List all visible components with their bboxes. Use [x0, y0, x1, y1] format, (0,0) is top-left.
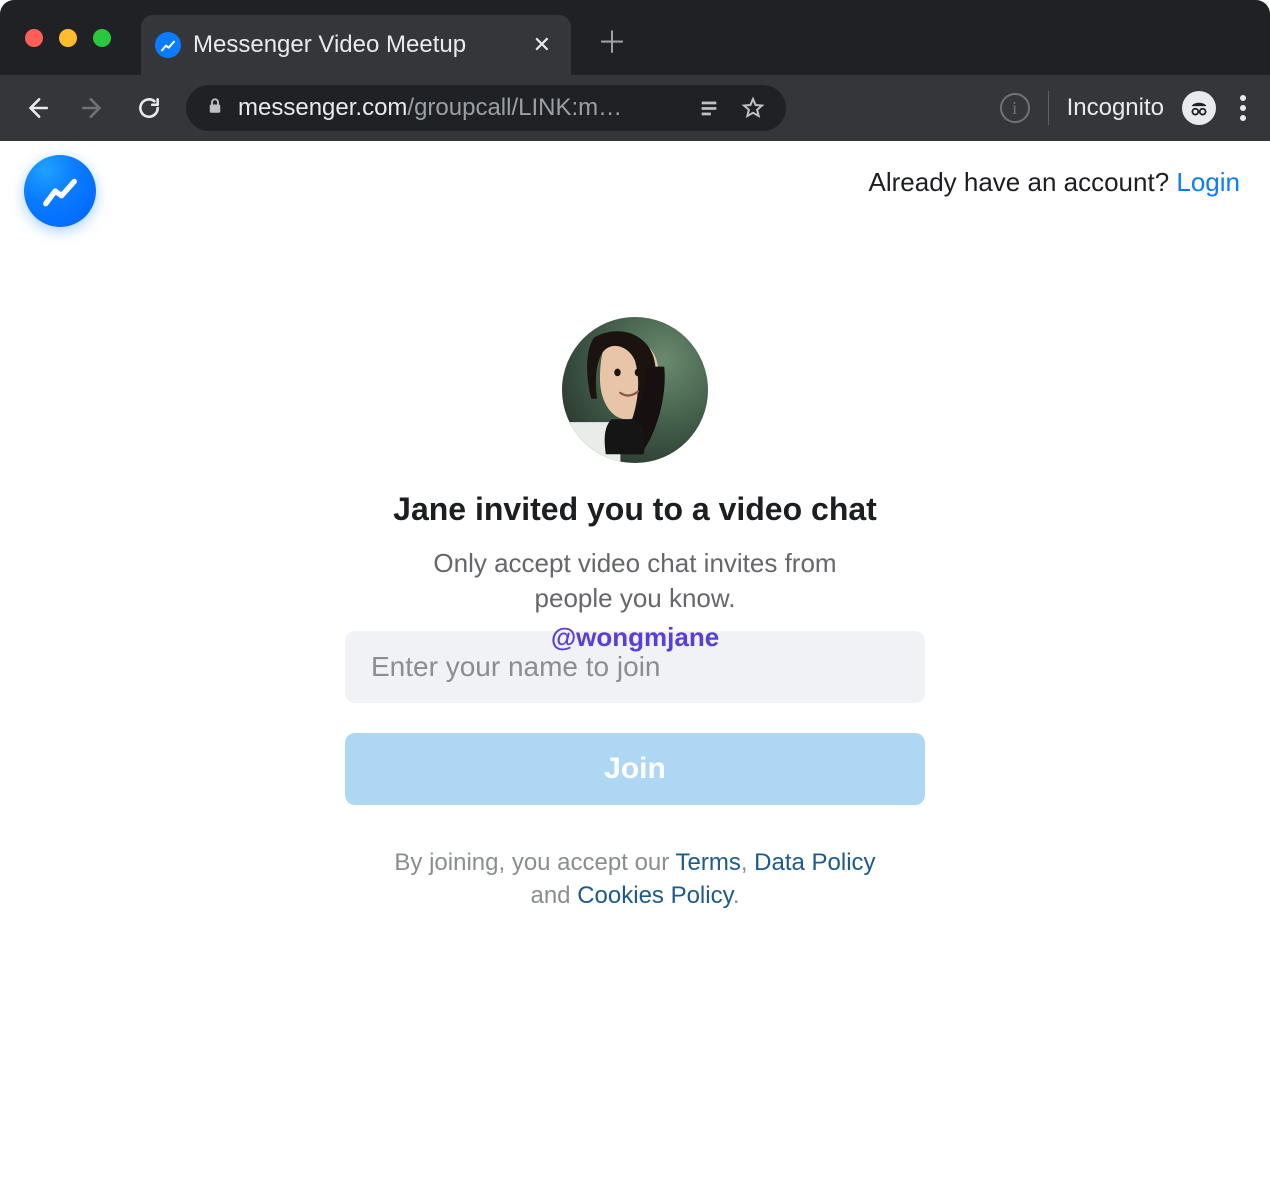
incognito-icon [1182, 91, 1216, 125]
cookies-policy-link[interactable]: Cookies Policy [577, 882, 733, 909]
page-content: Already have an account? Login [0, 141, 1270, 1192]
legal-suffix: . [733, 882, 740, 909]
window-zoom-button[interactable] [93, 29, 111, 47]
address-bar[interactable]: messenger.com/groupcall/LINK:m… [186, 85, 786, 131]
window-controls [25, 29, 111, 47]
invite-subtext: Only accept video chat invites from peop… [405, 546, 865, 616]
inviter-avatar [562, 317, 708, 463]
new-tab-button[interactable]: ＋ [597, 29, 627, 59]
login-prompt: Already have an account? Login [869, 155, 1241, 198]
lock-icon [206, 94, 224, 122]
nav-forward-button[interactable] [74, 89, 112, 127]
url-text: messenger.com/groupcall/LINK:m… [238, 94, 622, 122]
tab-strip: Messenger Video Meetup ✕ ＋ [0, 0, 1270, 75]
browser-menu-button[interactable] [1234, 89, 1252, 127]
messenger-logo-icon[interactable] [24, 155, 96, 227]
legal-sep1: , [741, 849, 754, 876]
nav-back-button[interactable] [18, 89, 56, 127]
legal-prefix: By joining, you accept our [394, 849, 675, 876]
browser-chrome: Messenger Video Meetup ✕ ＋ messenger.com… [0, 0, 1270, 141]
invite-heading: Jane invited you to a video chat [345, 491, 925, 528]
window-minimize-button[interactable] [59, 29, 77, 47]
invite-card: Jane invited you to a video chat Only ac… [345, 317, 925, 912]
legal-text: By joining, you accept our Terms, Data P… [345, 847, 925, 912]
nav-reload-button[interactable] [130, 89, 168, 127]
reader-mode-icon[interactable] [696, 95, 722, 121]
messenger-favicon-icon [155, 32, 181, 58]
terms-link[interactable]: Terms [675, 849, 740, 876]
browser-toolbar: messenger.com/groupcall/LINK:m… i Incogn… [0, 75, 1270, 141]
tab-close-button[interactable]: ✕ [533, 34, 551, 56]
bookmark-star-icon[interactable] [740, 95, 766, 121]
page-header: Already have an account? Login [0, 141, 1270, 227]
toolbar-right: i Incognito [1000, 89, 1252, 127]
omnibox-actions [696, 95, 766, 121]
login-link[interactable]: Login [1176, 167, 1240, 197]
url-path: /groupcall/LINK:m… [407, 94, 622, 121]
window-close-button[interactable] [25, 29, 43, 47]
account-prompt-text: Already have an account? [869, 167, 1177, 197]
browser-tab[interactable]: Messenger Video Meetup ✕ [141, 15, 571, 75]
incognito-label: Incognito [1067, 94, 1164, 122]
data-policy-link[interactable]: Data Policy [754, 849, 875, 876]
join-button[interactable]: Join [345, 733, 925, 805]
url-host: messenger.com [238, 94, 407, 121]
toolbar-divider [1048, 91, 1049, 125]
browser-window: Messenger Video Meetup ✕ ＋ messenger.com… [0, 0, 1270, 1192]
legal-sep2: and [530, 882, 577, 909]
site-info-icon[interactable]: i [1000, 93, 1030, 123]
watermark-handle: @wongmjane [345, 622, 925, 653]
tab-title: Messenger Video Meetup [193, 31, 466, 59]
